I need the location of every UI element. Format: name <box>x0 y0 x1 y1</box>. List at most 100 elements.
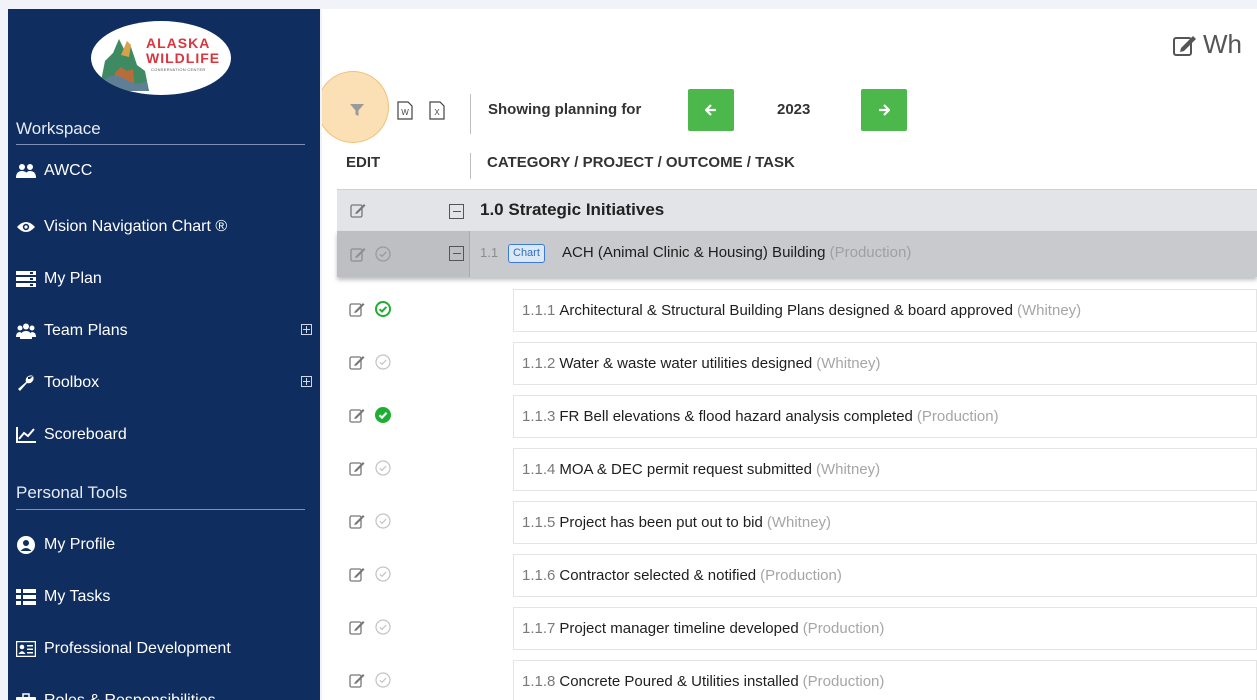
task-title: FR Bell elevations & flood hazard analys… <box>559 408 913 425</box>
id-card-icon <box>16 640 36 658</box>
users-icon <box>16 322 36 340</box>
task-cell[interactable]: 1.1.2 Water & waste water utilities desig… <box>513 342 1257 385</box>
status-pending-icon[interactable] <box>375 672 391 688</box>
project-owner: (Production) <box>829 244 912 261</box>
org-logo[interactable]: ALASKA WILDLIFE CONSERVATION CENTER <box>91 21 231 95</box>
task-number: 1.1.1 <box>522 302 556 319</box>
showing-planning-label: Showing planning for <box>488 101 642 118</box>
sidebar-item-toolbox[interactable]: Toolbox <box>16 365 312 401</box>
status-complete-icon[interactable] <box>375 407 391 423</box>
status-pending-icon[interactable] <box>375 460 391 476</box>
export-word-button[interactable]: W <box>394 98 416 122</box>
task-owner: (Whitney) <box>766 514 832 531</box>
sidebar-item-label: Team Plans <box>44 322 128 339</box>
sidebar-item-vision-navigation-chart[interactable]: Vision Navigation Chart ® <box>16 209 312 245</box>
sidebar-item-label: My Plan <box>44 270 102 287</box>
expand-plus-icon[interactable] <box>301 376 312 387</box>
task-number: 1.1.7 <box>522 620 556 637</box>
status-pending-icon[interactable] <box>375 513 391 529</box>
edit-icon[interactable] <box>350 202 366 218</box>
category-row: 1.0 Strategic Initiatives <box>337 189 1257 231</box>
task-cell[interactable]: 1.1.6 Contractor selected & notified (Prod… <box>513 554 1257 597</box>
next-year-button[interactable] <box>861 89 907 131</box>
task-owner: (Whitney) <box>1016 302 1082 319</box>
edit-icon[interactable] <box>349 354 365 375</box>
task-cell[interactable]: 1.1.4 MOA & DEC permit request submitted(… <box>513 448 1257 491</box>
excel-file-icon: X <box>429 100 445 120</box>
edit-icon[interactable] <box>349 619 365 640</box>
task-number: 1.1.5 <box>522 514 556 531</box>
task-title: Concrete Poured & Utilities installed <box>559 673 799 690</box>
task-row: 1.1.7 Project manager timeline developed(… <box>337 602 1257 655</box>
sidebar-item-scoreboard[interactable]: Scoreboard <box>16 417 312 453</box>
export-excel-button[interactable]: X <box>426 98 448 122</box>
chart-tag[interactable]: Chart <box>508 244 545 263</box>
page-title: Wh <box>1173 29 1242 60</box>
sidebar-item-label: Vision Navigation Chart ® <box>44 218 228 235</box>
task-row: 1.1.8 Concrete Poured & Utilities install… <box>337 655 1257 700</box>
task-owner: (Whitney) <box>815 461 881 478</box>
edit-icon[interactable] <box>349 301 365 322</box>
task-number: 1.1.2 <box>522 355 556 372</box>
project-title[interactable]: ACH (Animal Clinic & Housing) Building (… <box>562 244 911 261</box>
expand-plus-icon[interactable] <box>301 324 312 335</box>
sidebar-item-my-profile[interactable]: My Profile <box>16 527 312 563</box>
task-row: 1.1.2 Water & waste water utilities desig… <box>337 337 1257 390</box>
edit-icon[interactable] <box>349 513 365 534</box>
edit-icon[interactable] <box>350 246 366 262</box>
eye-icon <box>16 218 36 236</box>
task-cell[interactable]: 1.1.3 FR Bell elevations & flood hazard a… <box>513 395 1257 438</box>
task-title: Architectural & Structural Building Plan… <box>559 302 1013 319</box>
table-header: EDIT CATEGORY / PROJECT / OUTCOME / TASK <box>322 143 1257 189</box>
task-cell[interactable]: 1.1.5 Project has been put out to bid (Whi… <box>513 501 1257 544</box>
personal-tools-divider <box>16 509 305 510</box>
task-number: 1.1.8 <box>522 673 556 690</box>
sidebar-item-my-tasks[interactable]: My Tasks <box>16 579 312 615</box>
edit-icon[interactable] <box>349 460 365 481</box>
project-cell[interactable]: 1.1 Chart ACH (Animal Clinic & Housing) … <box>469 231 1257 277</box>
previous-year-button[interactable] <box>688 89 734 131</box>
sidebar-item-awcc[interactable]: AWCC <box>16 153 312 189</box>
arrow-left-icon <box>705 104 716 116</box>
task-cell[interactable]: 1.1.8 Concrete Poured & Utilities install… <box>513 660 1257 700</box>
status-pending-icon[interactable] <box>375 619 391 635</box>
filter-icon <box>350 104 364 116</box>
status-pending-icon[interactable] <box>375 354 391 370</box>
sidebar-item-professional-development[interactable]: Professional Development <box>16 631 312 667</box>
sidebar-item-team-plans[interactable]: Team Plans <box>16 313 312 349</box>
status-pending-icon[interactable] <box>375 246 391 262</box>
task-number: 1.1.6 <box>522 567 556 584</box>
status-complete-icon[interactable] <box>375 301 391 317</box>
sidebar-item-label: AWCC <box>44 162 93 179</box>
word-file-icon: W <box>397 100 413 120</box>
status-pending-icon[interactable] <box>375 566 391 582</box>
filter-button[interactable] <box>346 98 368 122</box>
workspace-label: Workspace <box>16 119 101 138</box>
task-number: 1.1.4 <box>522 461 556 478</box>
task-title: Project manager timeline developed <box>559 620 799 637</box>
sidebar-item-my-plan[interactable]: My Plan <box>16 261 312 297</box>
task-row: 1.1.5 Project has been put out to bid (Whi… <box>337 496 1257 549</box>
task-owner: (Production) <box>802 620 885 637</box>
list-icon <box>16 588 36 606</box>
edit-icon[interactable] <box>349 566 365 587</box>
sidebar-item-roles-responsibilities[interactable]: Roles & Responsibilities <box>16 683 312 700</box>
main-panel: Wh W X Showing planning for 2023 EDIT CA… <box>322 9 1257 700</box>
category-title: 1.0 Strategic Initiatives <box>480 200 665 219</box>
sidebar-item-label: Scoreboard <box>44 426 127 443</box>
edit-icon[interactable] <box>349 407 365 428</box>
user-circle-icon <box>16 536 36 554</box>
task-title: Water & waste water utilities designed <box>559 355 813 372</box>
svg-text:X: X <box>434 108 440 117</box>
svg-text:W: W <box>401 108 409 117</box>
task-cell[interactable]: 1.1.1 Architectural & Structural Building… <box>513 289 1257 332</box>
task-row: 1.1.4 MOA & DEC permit request submitted(… <box>337 443 1257 496</box>
sidebar: ALASKA WILDLIFE CONSERVATION CENTER Work… <box>8 9 320 700</box>
line-chart-icon <box>16 426 36 444</box>
edit-icon[interactable] <box>349 672 365 693</box>
sidebar-item-label: Toolbox <box>44 374 100 391</box>
task-cell[interactable]: 1.1.7 Project manager timeline developed(… <box>513 607 1257 650</box>
collapse-toggle[interactable] <box>449 246 464 261</box>
collapse-toggle[interactable] <box>449 204 464 219</box>
task-number: 1.1.3 <box>522 408 556 425</box>
